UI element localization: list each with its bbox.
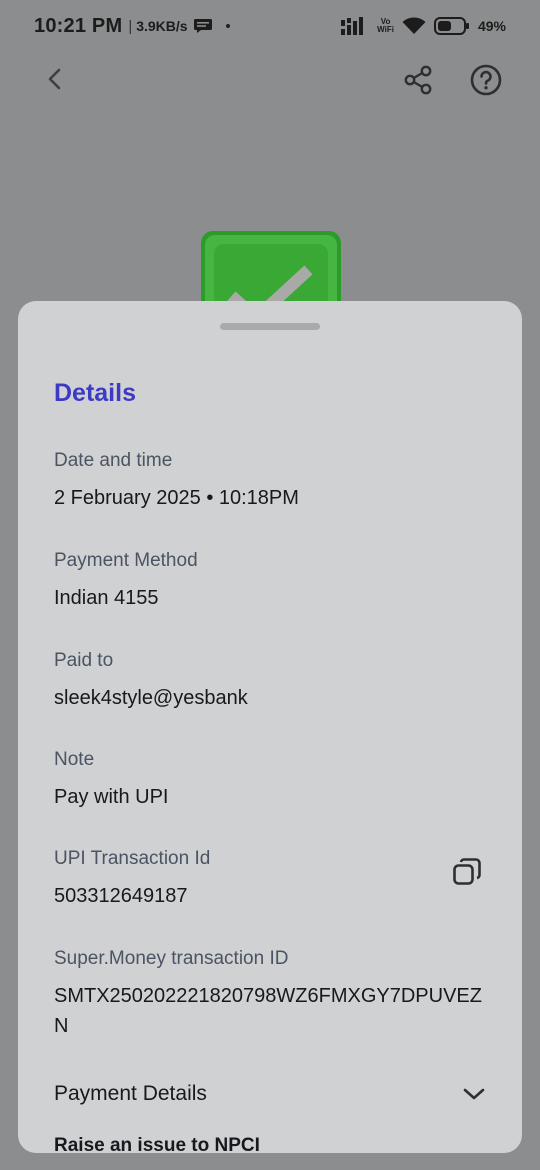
back-button[interactable] — [38, 62, 72, 96]
paid-to-field: Paid to sleek4style@yesbank — [54, 649, 494, 713]
field-label: Date and time — [54, 450, 173, 471]
share-icon — [404, 65, 432, 95]
status-time: 10:21 PM — [34, 14, 123, 37]
drag-handle[interactable] — [220, 323, 320, 330]
network-speed: 3.9KB/s — [136, 18, 188, 34]
wifi-icon — [402, 17, 426, 34]
field-label: Payment Method — [54, 550, 198, 571]
field-value: 503312649187 — [54, 885, 188, 907]
field-value: 2 February 2025 • 10:18PM — [54, 487, 299, 509]
field-value: Pay with UPI — [54, 786, 169, 808]
battery-percent: 49% — [477, 18, 506, 34]
signal-icon — [341, 17, 364, 35]
note-field: Note Pay with UPI — [54, 748, 494, 812]
message-icon — [193, 19, 212, 33]
field-label: UPI Transaction Id — [54, 848, 211, 869]
chevron-down-icon — [463, 1088, 485, 1100]
date-time-field: Date and time 2 February 2025 • 10:18PM — [54, 449, 494, 513]
field-label: Note — [54, 749, 95, 770]
field-label: Paid to — [54, 650, 114, 671]
super-money-transaction-id-field: Super.Money transaction ID SMTX250202221… — [54, 947, 486, 1041]
field-value: SMTX250202221820798WZ6FMXGY7DPUVEZN — [54, 985, 482, 1037]
battery-icon — [433, 17, 469, 35]
payment-details-toggle[interactable]: Payment Details — [54, 1079, 486, 1109]
upi-transaction-id-field: UPI Transaction Id 503312649187 — [54, 847, 494, 911]
status-bar: 10:21 PM | 3.9KB/s Vo WiFi 49% — [0, 0, 540, 52]
help-icon — [470, 64, 502, 96]
vo-wifi-icon: Vo WiFi — [377, 17, 394, 34]
payment-details-label: Payment Details — [54, 1082, 207, 1105]
copy-button[interactable] — [450, 855, 484, 889]
notification-dot — [225, 24, 230, 28]
help-button[interactable] — [468, 62, 504, 98]
details-sheet: Details Date and time 2 February 2025 • … — [18, 301, 522, 1153]
copy-icon — [453, 858, 481, 885]
back-icon — [48, 68, 61, 90]
share-button[interactable] — [400, 62, 436, 98]
status-separator: | — [128, 17, 133, 35]
field-value: sleek4style@yesbank — [54, 687, 248, 709]
raise-issue-link[interactable]: Raise an issue to NPCI — [54, 1135, 260, 1153]
field-label: Super.Money transaction ID — [54, 948, 289, 969]
details-title: Details — [54, 379, 136, 407]
field-value: Indian 4155 — [54, 587, 159, 609]
payment-method-field: Payment Method Indian 4155 — [54, 549, 494, 613]
